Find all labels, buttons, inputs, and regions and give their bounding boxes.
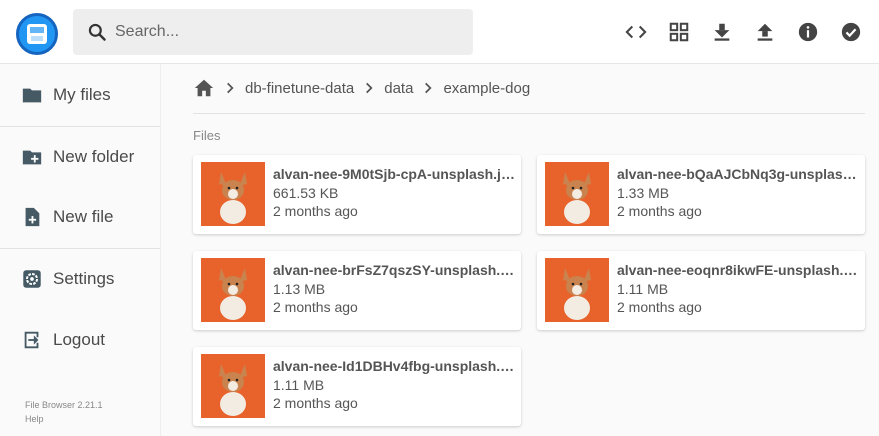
file-size: 1.11 MB (273, 377, 325, 393)
file-item[interactable]: alvan-nee-9M0tSjb-cpA-unsplash.jpg 661.5… (193, 155, 521, 234)
content-divider (193, 113, 865, 114)
file-size: 1.13 MB (273, 281, 326, 297)
file-modified: 2 months ago (273, 299, 358, 315)
app-logo-icon[interactable] (16, 13, 58, 55)
download-button[interactable] (708, 18, 736, 46)
breadcrumb-item[interactable]: example-dog (443, 80, 530, 97)
sidebar-item-logout[interactable]: Logout (0, 310, 160, 370)
search-input[interactable] (115, 9, 455, 55)
sidebar-item-settings[interactable]: Settings (0, 249, 160, 309)
file-size: 661.53 KB (273, 185, 339, 201)
sidebar-item-new-folder[interactable]: New folder (0, 127, 160, 187)
chevron-right-icon (425, 82, 433, 94)
search-icon (88, 23, 106, 41)
sidebar-item-new-file[interactable]: New file (0, 187, 160, 247)
file-item[interactable]: alvan-nee-Id1DBHv4fbg-unsplash.jpg 1.11 … (193, 347, 521, 426)
logout-icon (24, 331, 39, 349)
code-view-icon (625, 25, 647, 39)
new-folder-icon (22, 150, 42, 165)
file-modified: 2 months ago (617, 203, 702, 219)
sidebar-item-label: New folder (53, 147, 135, 166)
sidebar: My files New folder New file Settings Lo… (0, 64, 161, 436)
chevron-right-icon (227, 82, 234, 94)
file-size: 1.11 MB (617, 281, 669, 297)
file-thumbnail (201, 258, 265, 322)
file-thumbnail (201, 354, 265, 418)
file-item[interactable]: alvan-nee-brFsZ7qszSY-unsplash.jpg 1.13 … (193, 251, 521, 330)
home-icon[interactable] (193, 77, 215, 99)
file-modified: 2 months ago (617, 299, 702, 315)
file-name: alvan-nee-eoqnr8ikwFE-unsplash.jpg (617, 262, 859, 278)
file-thumbnail (545, 258, 609, 322)
sidebar-item-label: Logout (53, 330, 105, 349)
code-view-button[interactable] (622, 18, 650, 46)
file-name: alvan-nee-bQaAJCbNq3g-unsplash.jpg (617, 166, 859, 182)
file-item[interactable]: alvan-nee-bQaAJCbNq3g-unsplash.jpg 1.33 … (537, 155, 865, 234)
file-modified: 2 months ago (273, 395, 358, 411)
settings-icon (23, 270, 41, 288)
version-text: File Browser 2.21.1 (25, 400, 103, 410)
select-button[interactable] (837, 18, 865, 46)
file-thumbnail (545, 162, 609, 226)
sidebar-item-label: My files (53, 85, 111, 104)
sidebar-item-my-files[interactable]: My files (0, 65, 160, 125)
file-name: alvan-nee-Id1DBHv4fbg-unsplash.jpg (273, 358, 515, 374)
new-file-icon (25, 207, 40, 227)
file-size: 1.33 MB (617, 185, 670, 201)
file-name: alvan-nee-brFsZ7qszSY-unsplash.jpg (273, 262, 515, 278)
sidebar-item-label: New file (53, 207, 114, 226)
select-check-icon (841, 22, 861, 42)
file-thumbnail (201, 162, 265, 226)
grid-view-icon (669, 22, 689, 42)
folder-icon (22, 88, 42, 103)
upload-icon (757, 23, 773, 41)
upload-button[interactable] (751, 18, 779, 46)
breadcrumb-item[interactable]: data (384, 80, 413, 97)
help-link[interactable]: Help (25, 414, 44, 424)
breadcrumb: db-finetune-data data example-dog (193, 72, 530, 104)
download-icon (714, 23, 730, 41)
breadcrumb-item[interactable]: db-finetune-data (245, 80, 354, 97)
top-header (0, 0, 879, 64)
grid-view-button[interactable] (665, 18, 693, 46)
chevron-right-icon (366, 82, 373, 94)
file-item[interactable]: alvan-nee-eoqnr8ikwFE-unsplash.jpg 1.11 … (537, 251, 865, 330)
files-section-label: Files (193, 128, 221, 143)
file-modified: 2 months ago (273, 203, 358, 219)
file-name: alvan-nee-9M0tSjb-cpA-unsplash.jpg (273, 166, 515, 182)
search-bar[interactable] (73, 9, 473, 55)
info-icon (798, 22, 818, 42)
sidebar-item-label: Settings (53, 269, 115, 288)
info-button[interactable] (794, 18, 822, 46)
